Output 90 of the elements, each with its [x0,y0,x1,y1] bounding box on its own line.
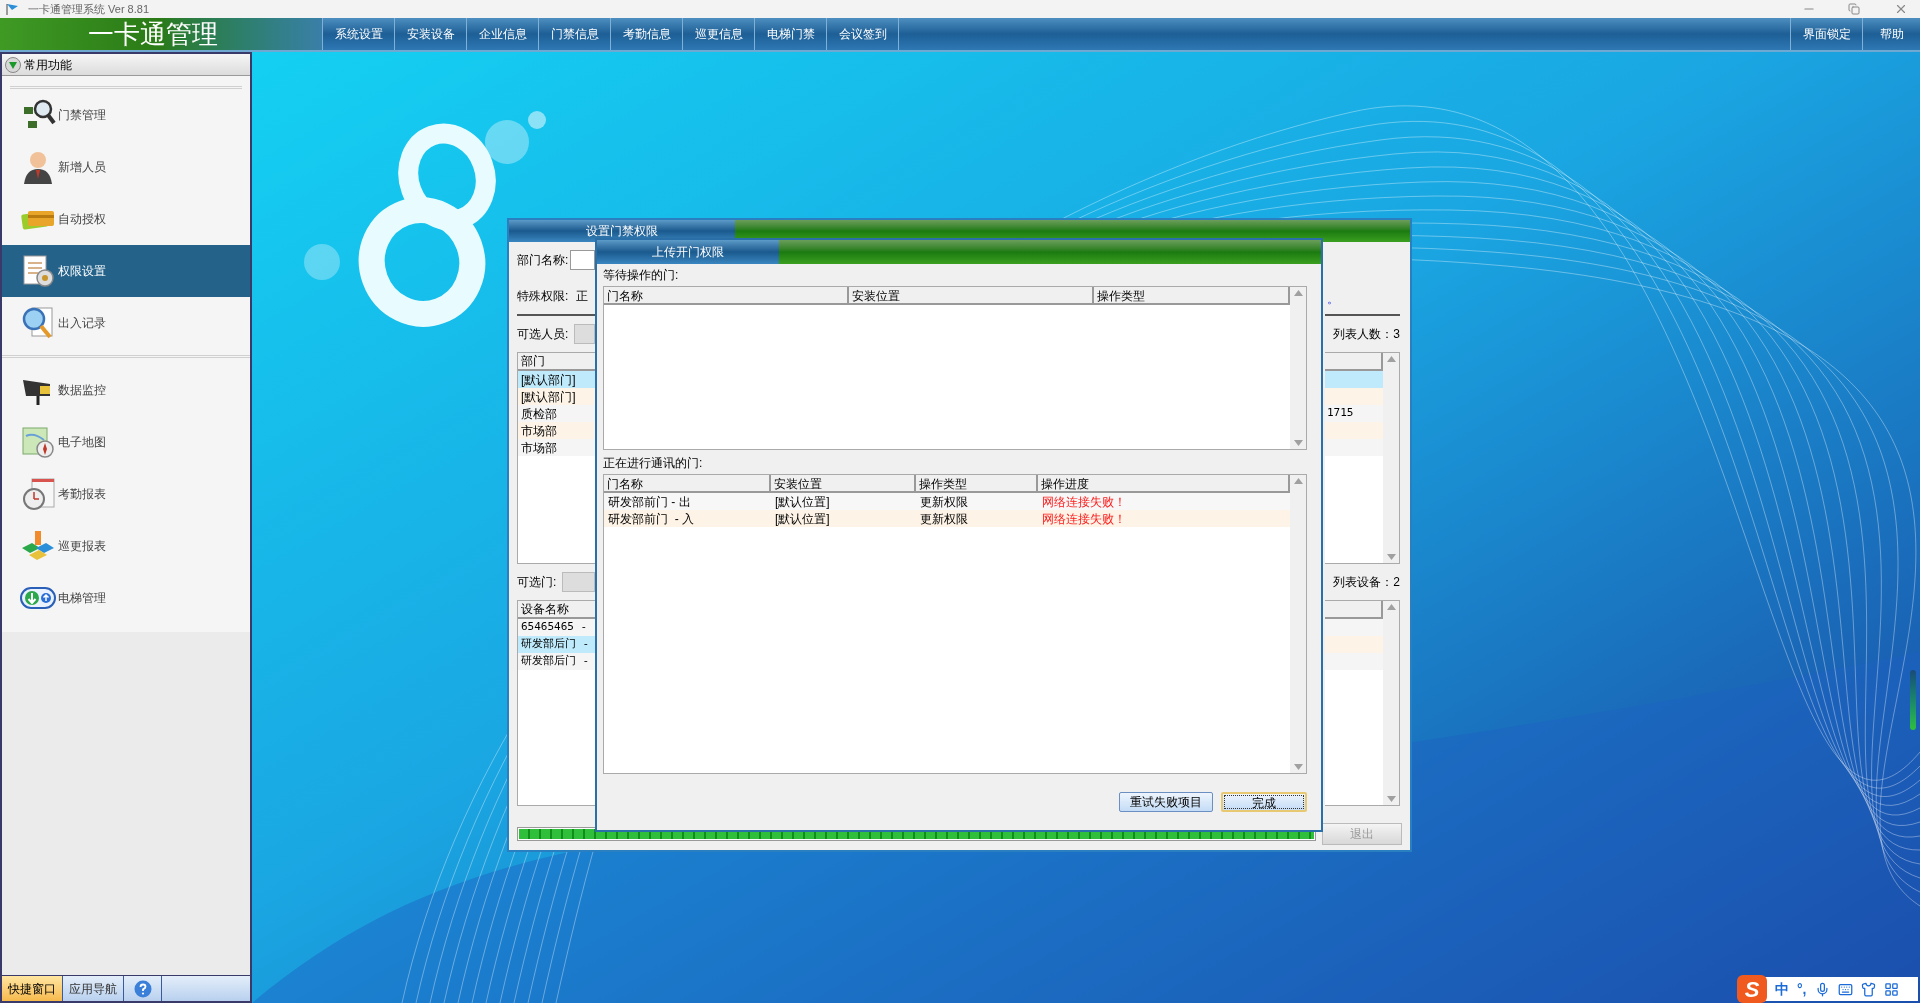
table-cell-text: 网络连接失败！ [1041,511,1127,528]
scroll-down-icon[interactable] [1386,554,1396,560]
field-label: 特殊权限: [517,288,569,305]
table-cell[interactable]: 质检部 [518,405,595,422]
search-document-icon [20,305,56,341]
field-value: 正 [576,288,589,305]
section-label: 等待操作的门: [603,267,679,284]
edge-handle[interactable] [1910,670,1916,730]
menu-item[interactable]: 系统设置 [322,18,394,50]
sidebar-item[interactable]: 巡更报表 [2,520,250,572]
sidebar-item[interactable]: 自动授权 [2,193,250,245]
sidebar-item[interactable]: 电子地图 [2,416,250,468]
close-icon[interactable] [1894,2,1908,16]
column-header [1325,353,1383,371]
dialog-button[interactable]: 重试失败项目 [1119,792,1213,812]
sidebar-item[interactable]: 考勤报表 [2,468,250,520]
grid-icon[interactable] [1883,981,1899,997]
scroll-up-icon[interactable] [1386,356,1396,362]
map-icon [20,424,56,460]
menu-item[interactable]: 界面锁定 [1790,18,1862,50]
table-cell: 1715 [1327,405,1354,422]
input-mode-text[interactable]: 中 [1775,978,1789,1000]
table-cell[interactable]: 市场部 [518,439,595,456]
filter-field[interactable] [574,324,595,344]
section-label: 正在进行通讯的门: [603,455,703,472]
panel-header[interactable]: 常用功能 [2,54,250,76]
table-cell-text: 更新权限 [919,511,969,528]
table-row[interactable]: 1715 [1325,405,1383,422]
scroll-up-icon[interactable] [1293,478,1303,484]
scroll-down-icon[interactable] [1293,440,1303,446]
column-header: 设备名称 [518,601,595,619]
dropdown-field[interactable] [570,250,595,270]
help-icon [133,979,152,998]
punctuation-text[interactable]: °, [1797,978,1807,1000]
field-label: 部门名称: [517,252,569,269]
table-cell-text: [默认位置] [774,494,831,511]
menu-item[interactable]: 帮助 [1862,18,1920,50]
panel-tab[interactable]: 应用导航 [63,976,124,1001]
app-banner: 一卡通管理 [0,18,322,50]
collapse-icon[interactable] [5,56,21,73]
table-cell[interactable]: 研发部后门 - [518,636,595,653]
flag-icon [6,3,20,15]
table-cell-text: 网络连接失败！ [1041,494,1127,511]
table-cell-text: [默认位置] [774,511,831,528]
sidebar-item[interactable]: 数据监控 [2,364,250,416]
scroll-down-icon[interactable] [1386,796,1396,802]
sidebar-item[interactable]: 出入记录 [2,297,250,349]
table-cell[interactable]: 研发部后门 - [518,653,595,670]
field-label: 可选门: [517,574,557,591]
dialog-button[interactable]: 完成 [1221,792,1307,812]
column-header: 门名称 [604,287,849,305]
table-cell[interactable]: 市场部 [518,422,595,439]
table-cell-text: 更新权限 [919,494,969,511]
table-cell-text: 研发部前门 - 入 [607,511,695,528]
sidebar-item[interactable]: 电梯管理 [2,572,250,624]
scroll-down-icon[interactable] [1293,764,1303,770]
panel-title: 常用功能 [24,56,72,74]
note-text: 。 [1327,291,1339,308]
count-text: 列表设备：2 [1333,574,1400,591]
table-cell[interactable]: [默认部门] [518,371,595,388]
count-text: 列表人数：3 [1333,326,1400,343]
menu-item[interactable]: 安装设备 [394,18,466,50]
menu-item[interactable]: 电梯门禁 [754,18,826,50]
field-label: 可选人员: [517,326,569,343]
menu-item[interactable]: 考勤信息 [610,18,682,50]
menu-item[interactable]: 企业信息 [466,18,538,50]
menu-item[interactable]: 会议签到 [826,18,898,50]
filter-field[interactable] [562,572,595,592]
restore-icon[interactable] [1848,3,1860,15]
scroll-up-icon[interactable] [1293,290,1303,296]
document-icon [20,253,56,289]
menu-item[interactable]: 门禁信息 [538,18,610,50]
menu-item[interactable]: 巡更信息 [682,18,754,50]
dialog-title: 上传开门权限 [597,240,779,264]
stopwatch-icon [20,476,56,512]
keyboard-icon[interactable] [1837,981,1853,997]
sidebar-item[interactable]: 新增人员 [2,141,250,193]
column-header [1325,601,1383,619]
sidebar-item[interactable]: 权限设置 [2,245,250,297]
table-cell[interactable]: [默认部门] [518,388,595,405]
table-cell-text: 研发部前门 - 出 [607,494,692,511]
column-header: 安装位置 [849,287,1094,305]
column-header: 部门 [518,353,595,371]
scroll-up-icon[interactable] [1386,604,1396,610]
shirt-icon[interactable] [1860,981,1876,997]
panel-tab[interactable]: 快捷窗口 [2,976,63,1001]
microphone-icon[interactable] [1814,981,1830,997]
table-cell[interactable]: 65465465 - [518,619,595,636]
sidebar-item[interactable]: 门禁管理 [2,89,250,141]
window-title: 一卡通管理系统 Ver 8.81 [28,1,150,17]
